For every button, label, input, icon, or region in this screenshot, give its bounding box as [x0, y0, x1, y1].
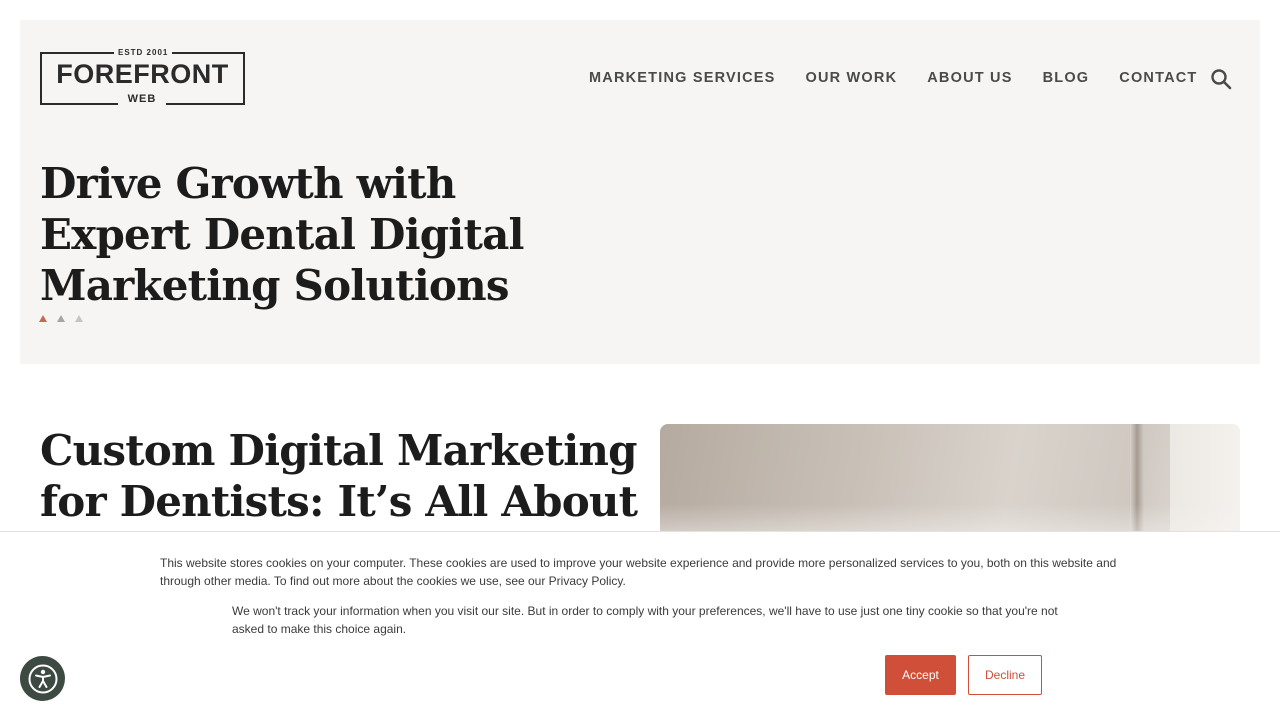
section-title-line: for Dentists: It’s All About [40, 477, 638, 526]
hero-title-line: Marketing Solutions [40, 261, 510, 310]
nav-about-us[interactable]: ABOUT US [927, 70, 1012, 86]
accessibility-icon [28, 664, 57, 693]
slider-dot-1[interactable] [39, 315, 47, 322]
cookie-tracking-text: We won't track your information when you… [232, 604, 1058, 636]
nav-contact[interactable]: CONTACT [1119, 70, 1197, 86]
section-title: Custom Digital Marketing for Dentists: I… [40, 425, 640, 527]
cookie-banner: This website stores cookies on your comp… [0, 531, 1280, 721]
hero-title-line: Expert Dental Digital [40, 210, 524, 259]
slider-dots [39, 315, 83, 322]
nav-our-work[interactable]: OUR WORK [806, 70, 898, 86]
main-nav: MARKETING SERVICES OUR WORK ABOUT US BLO… [589, 70, 1197, 86]
section-title-line: Custom Digital Marketing [40, 426, 638, 475]
slider-dot-2[interactable] [57, 315, 65, 322]
nav-blog[interactable]: BLOG [1043, 70, 1090, 86]
logo-established: ESTD 2001 [114, 48, 173, 57]
site-logo[interactable]: ESTD 2001 FOREFRONT WEB [40, 48, 245, 106]
hero-title: Drive Growth with Expert Dental Digital … [40, 158, 560, 311]
hero-title-line: Drive Growth with [40, 159, 456, 208]
nav-marketing-services[interactable]: MARKETING SERVICES [589, 70, 776, 86]
slider-dot-3[interactable] [75, 315, 83, 322]
decline-button[interactable]: Decline [968, 655, 1042, 695]
logo-wordmark: FOREFRONT [56, 59, 229, 89]
logo-subtitle: WEB [118, 92, 166, 106]
accessibility-button[interactable] [20, 656, 65, 701]
search-icon[interactable] [1210, 68, 1232, 90]
accept-button[interactable]: Accept [885, 655, 956, 695]
cookie-notice-text: This website stores cookies on your comp… [160, 556, 1117, 588]
